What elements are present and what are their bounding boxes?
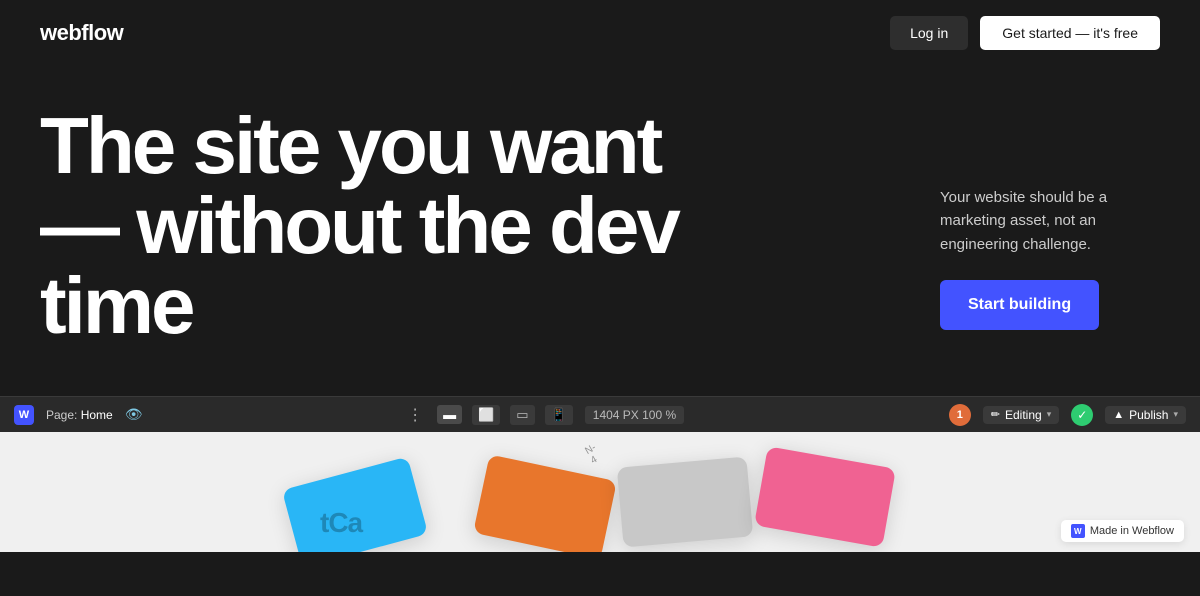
card-label: N-4 bbox=[583, 442, 603, 466]
status-check-icon: ✓ bbox=[1071, 404, 1093, 426]
dimensions-display: 1404 PX 100 % bbox=[585, 406, 684, 424]
editor-page-label: Page: Home bbox=[46, 408, 113, 422]
publish-button[interactable]: ▲ Publish ▾ bbox=[1105, 406, 1186, 424]
hero-right: Your website should be a marketing asset… bbox=[940, 106, 1160, 330]
editing-mode[interactable]: ✏ Editing ▾ bbox=[983, 406, 1059, 424]
card-gray bbox=[617, 456, 753, 547]
canvas-preview: N-4 tCa W Made in Webflow bbox=[0, 432, 1200, 552]
eye-icon[interactable]: 👁 bbox=[125, 406, 143, 423]
more-options-icon[interactable]: ⋮ bbox=[407, 405, 425, 425]
header: webflow Log in Get started — it's free bbox=[0, 0, 1200, 66]
editor-bar: W Page: Home 👁 ⋮ ▬ ⬜ ▭ 📱 1404 PX 100 % 1… bbox=[0, 396, 1200, 432]
tablet-icon[interactable]: ⬜ bbox=[472, 405, 500, 425]
hero-section: The site you want — without the dev time… bbox=[0, 66, 1200, 396]
mobile-icon[interactable]: 📱 bbox=[545, 405, 573, 425]
person-icon: ▲ bbox=[1113, 409, 1124, 421]
editor-logo: W bbox=[14, 405, 34, 425]
editing-chevron-icon: ▾ bbox=[1047, 409, 1052, 420]
start-building-button[interactable]: Start building bbox=[940, 280, 1099, 330]
editing-label: Editing bbox=[1005, 408, 1042, 422]
hero-headline: The site you want — without the dev time bbox=[40, 106, 720, 346]
logo: webflow bbox=[40, 20, 123, 46]
made-in-webflow-label: Made in Webflow bbox=[1090, 525, 1174, 537]
get-started-button[interactable]: Get started — it's free bbox=[980, 16, 1160, 50]
user-avatar: 1 bbox=[949, 404, 971, 426]
hero-subtext: Your website should be a marketing asset… bbox=[940, 186, 1160, 256]
card-orange bbox=[473, 454, 617, 552]
canvas-cards: N-4 tCa bbox=[0, 452, 1200, 552]
login-button[interactable]: Log in bbox=[890, 16, 968, 50]
made-in-webflow-badge: W Made in Webflow bbox=[1061, 520, 1184, 542]
publish-chevron-icon: ▾ bbox=[1173, 409, 1178, 420]
tablet-landscape-icon[interactable]: ▭ bbox=[510, 405, 534, 425]
webflow-badge-logo: W bbox=[1071, 524, 1085, 538]
publish-label: Publish bbox=[1129, 408, 1168, 422]
editor-page-name: Home bbox=[81, 408, 113, 422]
header-nav: Log in Get started — it's free bbox=[890, 16, 1160, 50]
desktop-icon[interactable]: ▬ bbox=[437, 405, 462, 424]
pencil-icon: ✏ bbox=[991, 408, 1000, 421]
card-pink bbox=[754, 446, 896, 547]
viewport-icons: ▬ ⬜ ▭ 📱 bbox=[437, 405, 573, 425]
card-text: tCa bbox=[320, 507, 362, 539]
